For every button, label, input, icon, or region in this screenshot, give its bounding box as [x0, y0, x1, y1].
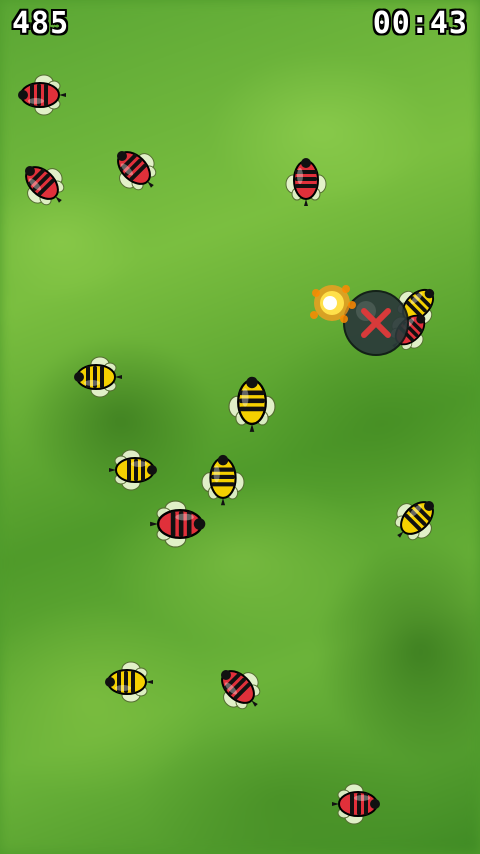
- bomb-icon[interactable]: [343, 290, 409, 356]
- yellow-bee[interactable]: [228, 376, 276, 432]
- yellow-bee[interactable]: [105, 661, 153, 703]
- red-bug[interactable]: [332, 783, 380, 825]
- yellow-bee[interactable]: [384, 488, 446, 550]
- red-bug[interactable]: [12, 153, 74, 215]
- red-bug[interactable]: [18, 74, 66, 116]
- red-bug[interactable]: [104, 138, 166, 200]
- red-bug[interactable]: [208, 657, 270, 719]
- bug-field: [12, 74, 446, 825]
- red-bug[interactable]: [285, 158, 327, 206]
- red-bug[interactable]: [150, 500, 206, 548]
- yellow-bee[interactable]: [109, 449, 157, 491]
- yellow-bee[interactable]: [201, 454, 245, 506]
- yellow-bee[interactable]: [74, 356, 122, 398]
